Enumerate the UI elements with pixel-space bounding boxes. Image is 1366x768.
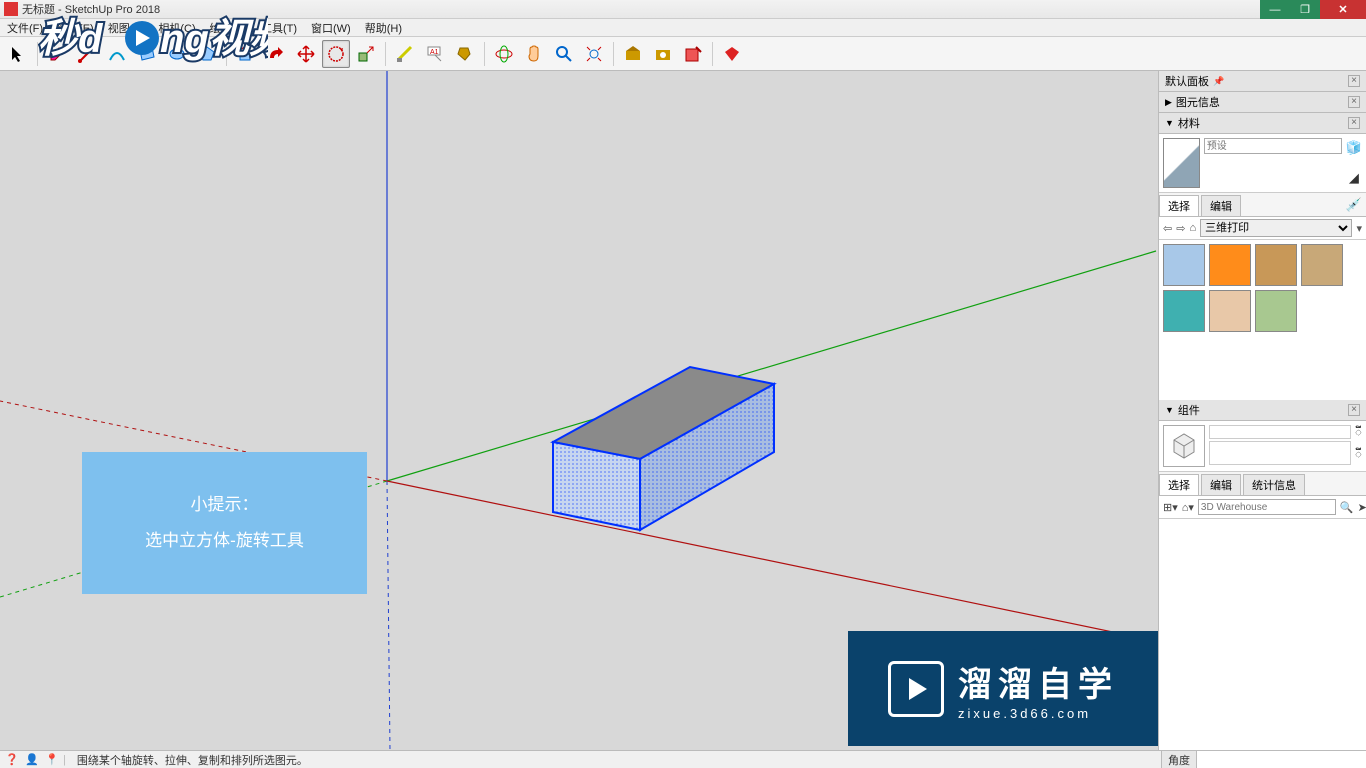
material-name-input[interactable] [1204,138,1342,154]
material-swatch[interactable] [1163,290,1205,332]
materials-header[interactable]: ▼ 材料 × [1159,113,1366,134]
tab-stats[interactable]: 统计信息 [1243,474,1305,495]
materials-label: 材料 [1178,115,1200,131]
component-search-input[interactable] [1198,499,1336,515]
play-icon [888,661,944,717]
menu-help[interactable]: 帮助(H) [358,20,409,36]
hint-title: 小提示： [191,487,259,523]
create-material-icon[interactable]: 🧊 [1346,140,1362,156]
zoom-extents-tool[interactable] [580,40,608,68]
svg-text:A1: A1 [430,49,439,56]
status-bar: ❓ 👤 📍 | 围绕某个轴旋转、拉伸、复制和排列所选图元。 角度 [0,750,1366,768]
panel-close-icon[interactable]: × [1348,404,1360,416]
extension-tool-2[interactable] [679,40,707,68]
panel-close-icon[interactable]: × [1348,96,1360,108]
zoom-tool[interactable] [550,40,578,68]
measurement-label: 角度 [1161,751,1196,768]
material-swatch[interactable] [1301,244,1343,286]
component-thumbnail[interactable] [1163,425,1205,467]
component-search-row: ⊞▾ ⌂▾ 🔍 ➤ [1159,496,1366,519]
entity-info-header[interactable]: ▶ 图元信息 × [1159,92,1366,113]
minimize-button[interactable]: — [1260,0,1290,19]
collapse-arrow-icon: ▶ [1165,97,1172,108]
default-material-icon[interactable]: ◢ [1349,170,1359,186]
home-icon[interactable]: ⌂ [1189,222,1196,234]
component-config2-icon[interactable]: ី [1355,447,1362,465]
tape-tool[interactable] [391,40,419,68]
expand-arrow-icon: ▼ [1165,118,1174,128]
view-mode-icon[interactable]: ⊞▾ [1163,501,1178,514]
orbit-tool[interactable] [490,40,518,68]
3d-viewport[interactable]: 小提示： 选中立方体-旋转工具 溜溜自学 zixue.3d66.com [0,71,1158,750]
watermark-bottom: 溜溜自学 zixue.3d66.com [848,631,1158,746]
close-button[interactable]: ✕ [1320,0,1366,19]
select-tool[interactable] [4,40,32,68]
home-icon[interactable]: ⌂▾ [1182,501,1194,514]
material-swatch[interactable] [1209,244,1251,286]
tray-close-icon[interactable]: × [1348,75,1360,87]
svg-text:秒d: 秒d [38,17,104,61]
app-icon [4,2,18,16]
scale-tool[interactable] [352,40,380,68]
menu-window[interactable]: 窗口(W) [304,20,358,36]
expand-arrow-icon: ▼ [1165,405,1174,415]
search-icon[interactable]: 🔍 [1340,501,1354,514]
current-material-swatch[interactable] [1163,138,1200,188]
eyedropper-icon[interactable]: 💉 [1346,197,1362,213]
watermark-small: zixue.3d66.com [958,706,1091,721]
components-header[interactable]: ▼ 组件 × [1159,400,1366,421]
selected-cube [553,367,774,530]
material-list[interactable] [1159,240,1366,400]
tray-header[interactable]: 默认面板 📌 × [1159,71,1366,92]
watermark-big: 溜溜自学 [958,657,1118,706]
hint-overlay: 小提示： 选中立方体-旋转工具 [82,452,367,594]
component-tabs: 选择 编辑 统计信息 [1159,472,1366,496]
material-swatch[interactable] [1209,290,1251,332]
panel-close-icon[interactable]: × [1348,117,1360,129]
text-tool[interactable]: A1 [421,40,449,68]
tray-title: 默认面板 [1165,73,1209,89]
main-toolbar: A1 秒d ng视频 [0,37,1366,71]
material-swatch[interactable] [1163,244,1205,286]
tab-select[interactable]: 选择 [1159,474,1199,495]
tab-edit[interactable]: 编辑 [1201,195,1241,216]
component-config-icon[interactable]: ី [1355,425,1362,443]
pan-tool[interactable] [520,40,548,68]
warehouse-tool[interactable] [619,40,647,68]
status-person-icon[interactable]: 👤 [24,753,40,767]
ruby-tool[interactable] [718,40,746,68]
nav-back-icon[interactable]: ⇦ [1163,222,1172,235]
entity-info-label: 图元信息 [1176,94,1220,110]
material-preview: 🧊 ◢ [1159,134,1366,193]
status-geo-icon[interactable]: 📍 [44,753,60,767]
material-swatch[interactable] [1255,290,1297,332]
status-text: 围绕某个轴旋转、拉伸、复制和排列所选图元。 [77,752,308,768]
maximize-button[interactable]: ❐ [1290,0,1320,19]
pin-icon[interactable]: 📌 [1213,76,1224,87]
material-nav: ⇦ ⇨ ⌂ 三维打印 ▾ [1159,217,1366,240]
default-tray: 默认面板 📌 × ▶ 图元信息 × ▼ 材料 × 🧊 ◢ 选择 编辑 [1158,71,1366,750]
hint-body: 选中立方体-旋转工具 [145,523,304,559]
material-swatch[interactable] [1255,244,1297,286]
svg-text:ng视频: ng视频 [160,17,268,61]
extension-tool-1[interactable] [649,40,677,68]
components-label: 组件 [1178,402,1200,418]
component-preview: ី ី [1159,421,1366,472]
nav-fwd-icon[interactable]: ➤ [1358,501,1366,514]
tab-edit[interactable]: 编辑 [1201,474,1241,495]
nav-fwd-icon[interactable]: ⇨ [1176,222,1185,235]
window-controls: — ❐ ✕ [1260,0,1366,18]
material-category-select[interactable]: 三维打印 [1200,219,1352,237]
paint-tool[interactable] [451,40,479,68]
component-list[interactable] [1159,519,1366,750]
status-help-icon[interactable]: ❓ [4,753,20,767]
move-tool[interactable] [292,40,320,68]
material-tabs: 选择 编辑 💉 [1159,193,1366,217]
watermark-top-logo: 秒d ng视频 [38,8,268,75]
details-icon[interactable]: ▾ [1356,222,1362,235]
tab-select[interactable]: 选择 [1159,195,1199,216]
rotate-tool[interactable] [322,40,350,68]
measurement-input[interactable] [1196,751,1366,768]
